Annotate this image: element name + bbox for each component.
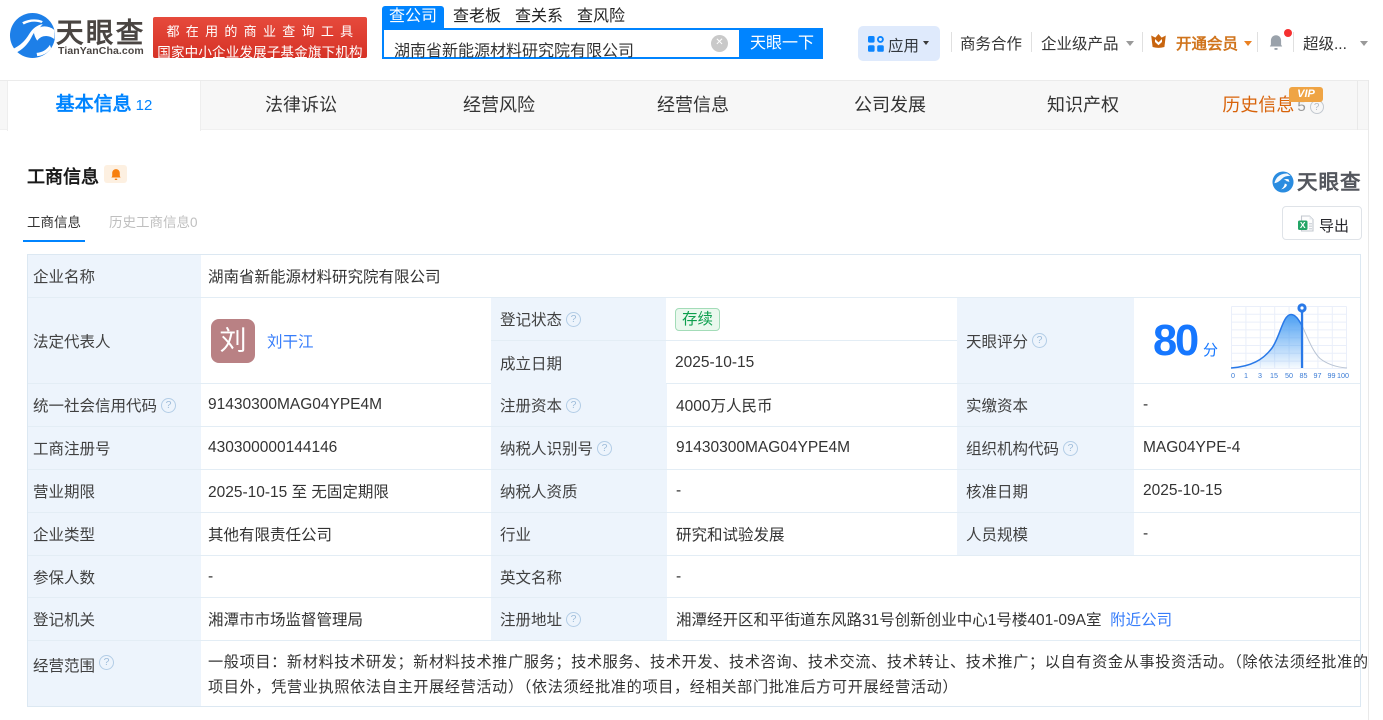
svg-text:99: 99 (1328, 371, 1336, 380)
svg-text:3: 3 (1258, 371, 1262, 380)
svg-text:100: 100 (1337, 371, 1349, 380)
svg-text:1: 1 (1244, 371, 1248, 380)
svg-text:0: 0 (1231, 371, 1235, 380)
svg-text:85: 85 (1300, 371, 1308, 380)
svg-text:15: 15 (1270, 371, 1278, 380)
svg-text:X: X (1300, 220, 1306, 230)
svg-text:50: 50 (1285, 371, 1293, 380)
svg-text:97: 97 (1314, 371, 1322, 380)
